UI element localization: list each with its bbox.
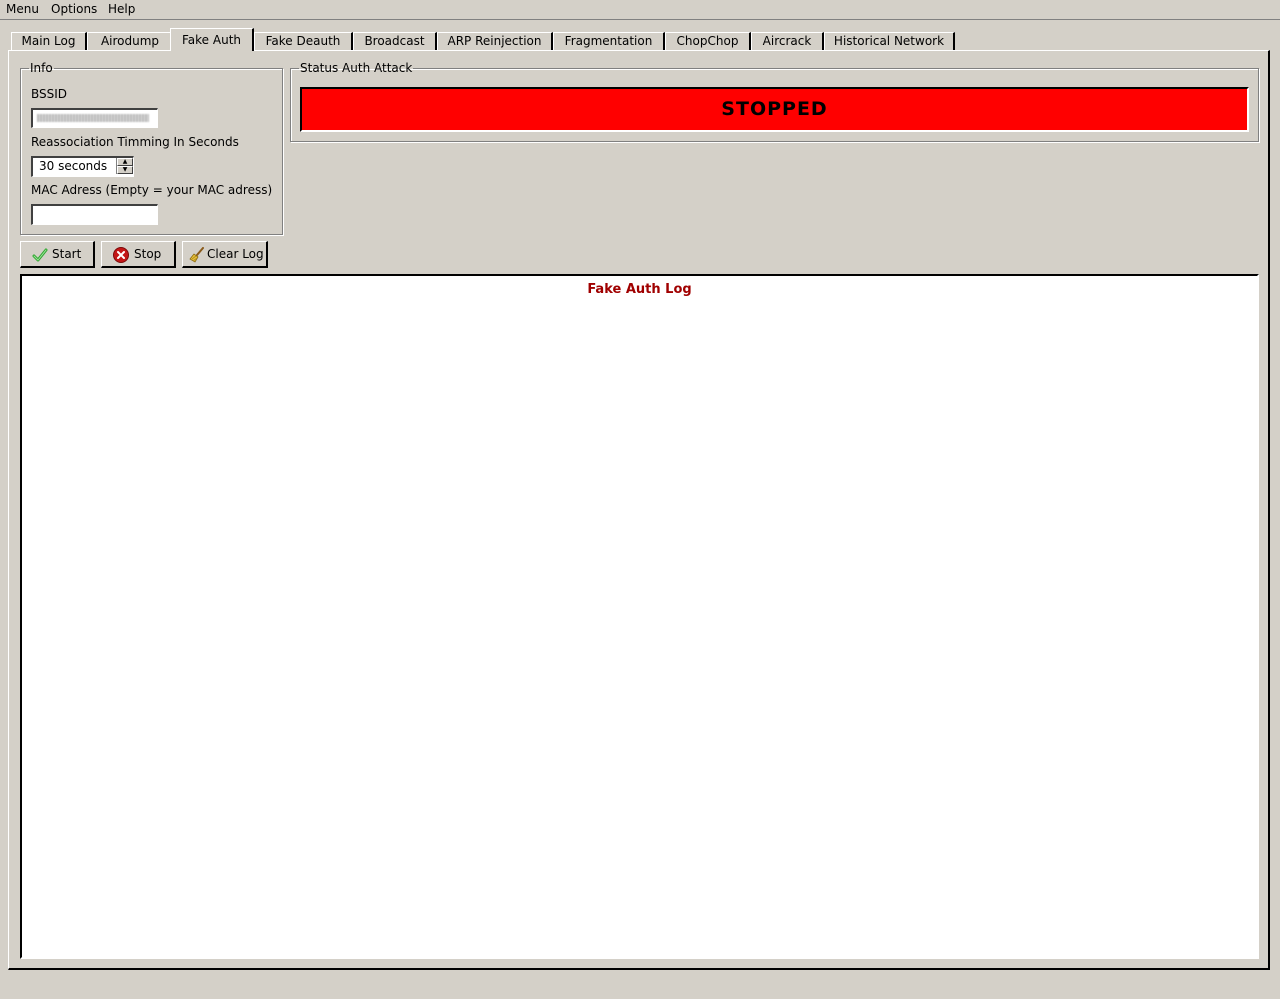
menu-help[interactable]: Help bbox=[108, 2, 135, 17]
tab-historical-network[interactable]: Historical Network bbox=[824, 32, 955, 50]
tab-broadcast[interactable]: Broadcast bbox=[353, 32, 437, 50]
tab-aircrack[interactable]: Aircrack bbox=[751, 32, 824, 50]
spin-buttons: ▲ ▼ bbox=[116, 158, 133, 174]
tab-airodump[interactable]: Airodump bbox=[87, 32, 174, 50]
spin-up-button[interactable]: ▲ bbox=[117, 158, 133, 166]
reassoc-label: Reassociation Timming In Seconds bbox=[31, 135, 239, 149]
status-group-title: Status Auth Attack bbox=[300, 61, 413, 75]
tab-fake-auth[interactable]: Fake Auth bbox=[170, 28, 254, 51]
mac-label: MAC Adress (Empty = your MAC adress) bbox=[31, 183, 273, 197]
log-title: Fake Auth Log bbox=[587, 282, 692, 297]
bssid-input[interactable] bbox=[31, 108, 158, 128]
stop-button[interactable]: Stop bbox=[101, 241, 176, 268]
clear-log-button[interactable]: Clear Log bbox=[182, 241, 268, 268]
menu-bar: Menu Options Help bbox=[0, 0, 1280, 20]
bssid-redacted bbox=[37, 114, 149, 122]
tab-fake-deauth[interactable]: Fake Deauth bbox=[254, 32, 353, 50]
tab-chopchop[interactable]: ChopChop bbox=[665, 32, 751, 50]
menu-options[interactable]: Options bbox=[51, 2, 97, 17]
start-button-label: Start bbox=[52, 247, 82, 261]
tab-main-log[interactable]: Main Log bbox=[11, 32, 87, 50]
broom-icon bbox=[189, 247, 204, 263]
tab-fragmentation[interactable]: Fragmentation bbox=[553, 32, 665, 50]
tab-arp-reinjection[interactable]: ARP Reinjection bbox=[437, 32, 553, 50]
info-group-title: Info bbox=[30, 61, 53, 75]
spin-up-icon: ▲ bbox=[122, 158, 128, 165]
start-button[interactable]: Start bbox=[20, 241, 95, 268]
menu-menu[interactable]: Menu bbox=[6, 2, 39, 17]
reassoc-value: 30 seconds bbox=[39, 159, 108, 173]
reassoc-spinbox[interactable]: 30 seconds ▲ ▼ bbox=[31, 156, 134, 177]
spin-down-icon: ▼ bbox=[122, 166, 128, 173]
stop-button-label: Stop bbox=[134, 247, 162, 261]
status-indicator: STOPPED bbox=[300, 87, 1249, 132]
mac-input[interactable] bbox=[31, 204, 158, 225]
fake-auth-log[interactable]: Fake Auth Log bbox=[20, 274, 1259, 959]
check-icon bbox=[32, 248, 48, 262]
stop-circle-icon bbox=[113, 247, 129, 263]
spin-down-button[interactable]: ▼ bbox=[117, 166, 133, 174]
clear-log-button-label: Clear Log bbox=[207, 247, 264, 261]
bssid-label: BSSID bbox=[31, 87, 68, 101]
